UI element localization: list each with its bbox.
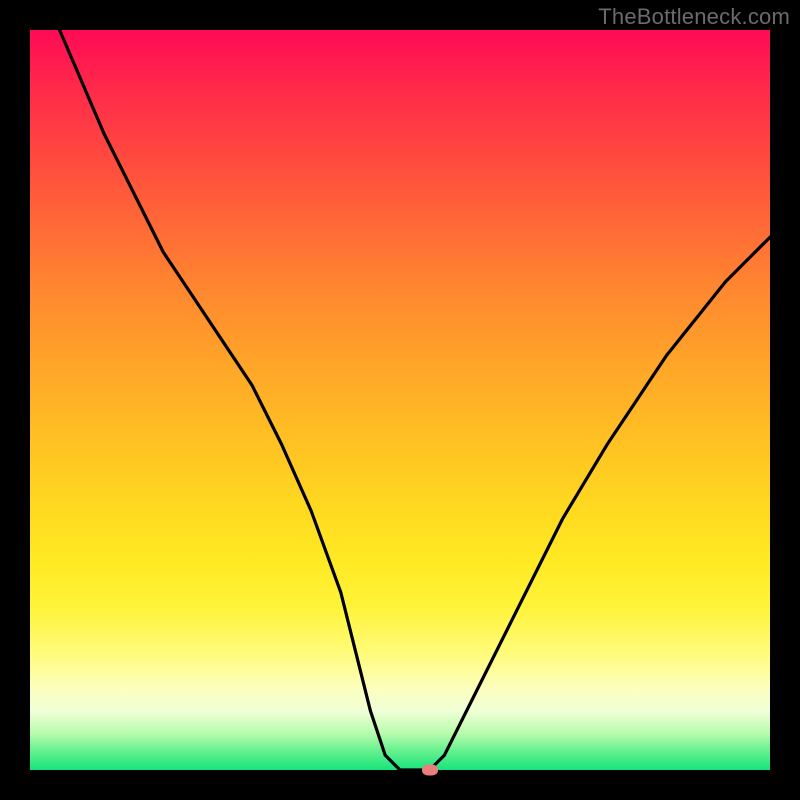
curve-path bbox=[60, 30, 770, 770]
bottleneck-curve bbox=[30, 30, 770, 770]
plot-area bbox=[30, 30, 770, 770]
watermark-text: TheBottleneck.com bbox=[598, 4, 790, 30]
chart-frame: TheBottleneck.com bbox=[0, 0, 800, 800]
optimum-marker bbox=[422, 765, 438, 776]
